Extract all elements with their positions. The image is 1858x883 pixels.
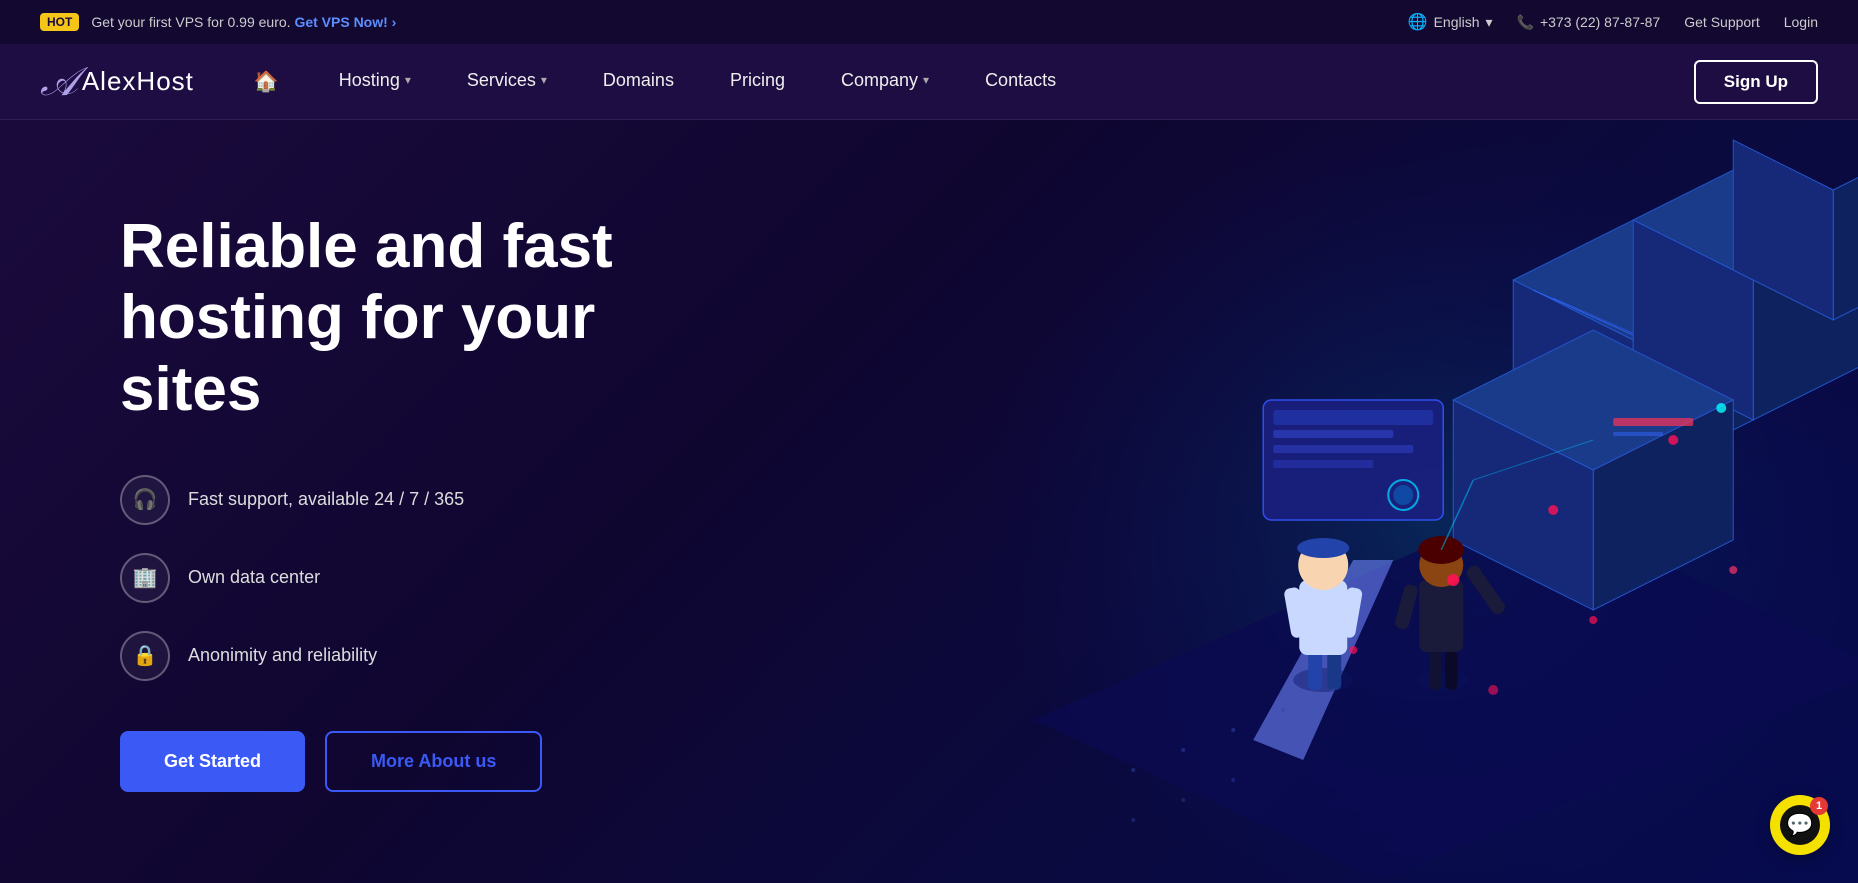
login-link[interactable]: Login: [1784, 14, 1818, 30]
logo-text: AlexHost: [82, 66, 194, 97]
promo-text: Get your first VPS for 0.99 euro. Get VP…: [91, 14, 396, 30]
hosting-label: Hosting: [339, 70, 400, 91]
hot-badge: HOT: [40, 13, 79, 31]
phone-block: 📞 +373 (22) 87-87-87: [1517, 14, 1661, 31]
nav-item-hosting[interactable]: Hosting ▾: [311, 44, 439, 120]
nav-item-company[interactable]: Company ▾: [813, 44, 957, 120]
nav-item-domains[interactable]: Domains: [575, 44, 702, 120]
top-bar-right: 🌐 English ▾ 📞 +373 (22) 87-87-87 Get Sup…: [1408, 12, 1818, 32]
phone-number: +373 (22) 87-87-87: [1540, 14, 1660, 30]
hero-section: Reliable and fast hosting for your sites…: [0, 120, 1858, 883]
get-support-link[interactable]: Get Support: [1684, 14, 1760, 30]
domains-label: Domains: [603, 70, 674, 91]
hero-illustration: [838, 120, 1858, 883]
chevron-down-icon: ▾: [405, 73, 411, 87]
globe-icon: 🌐: [1408, 12, 1428, 32]
support-icon: 🎧: [120, 475, 170, 525]
list-item: 🏢 Own data center: [120, 553, 720, 603]
hero-content: Reliable and fast hosting for your sites…: [0, 131, 800, 872]
services-label: Services: [467, 70, 536, 91]
features-list: 🎧 Fast support, available 24 / 7 / 365 🏢…: [120, 475, 720, 681]
home-icon[interactable]: 🏠: [254, 69, 279, 94]
chevron-down-icon: ▾: [541, 73, 547, 87]
nav-item-pricing[interactable]: Pricing: [702, 44, 813, 120]
language-selector[interactable]: 🌐 English ▾: [1408, 12, 1493, 32]
contacts-label: Contacts: [985, 70, 1056, 91]
logo[interactable]: 𝒜 AlexHost: [40, 62, 194, 102]
language-label: English: [1434, 14, 1480, 30]
nav-links: Hosting ▾ Services ▾ Domains Pricing Com…: [311, 44, 1694, 120]
nav-item-services[interactable]: Services ▾: [439, 44, 575, 120]
more-about-us-button[interactable]: More About us: [325, 731, 542, 792]
main-nav: 𝒜 AlexHost 🏠 Hosting ▾ Services ▾ Domain…: [0, 44, 1858, 120]
pricing-label: Pricing: [730, 70, 785, 91]
list-item: 🔒 Anonimity and reliability: [120, 631, 720, 681]
top-bar: HOT Get your first VPS for 0.99 euro. Ge…: [0, 0, 1858, 44]
chat-bubble[interactable]: 💬 1: [1770, 795, 1830, 855]
chevron-down-icon: ▾: [1486, 14, 1493, 31]
get-started-button[interactable]: Get Started: [120, 731, 305, 792]
signup-button[interactable]: Sign Up: [1694, 60, 1818, 104]
chevron-down-icon: ▾: [923, 73, 929, 87]
cta-buttons: Get Started More About us: [120, 731, 720, 792]
hero-title: Reliable and fast hosting for your sites: [120, 211, 720, 425]
datacenter-icon: 🏢: [120, 553, 170, 603]
chat-badge: 1: [1810, 797, 1828, 815]
phone-icon: 📞: [1517, 14, 1534, 31]
list-item: 🎧 Fast support, available 24 / 7 / 365: [120, 475, 720, 525]
security-icon: 🔒: [120, 631, 170, 681]
promo-link[interactable]: Get VPS Now! ›: [294, 14, 396, 30]
top-bar-left: HOT Get your first VPS for 0.99 euro. Ge…: [40, 13, 396, 31]
company-label: Company: [841, 70, 918, 91]
nav-item-contacts[interactable]: Contacts: [957, 44, 1084, 120]
logo-icon: 𝒜: [40, 62, 78, 102]
